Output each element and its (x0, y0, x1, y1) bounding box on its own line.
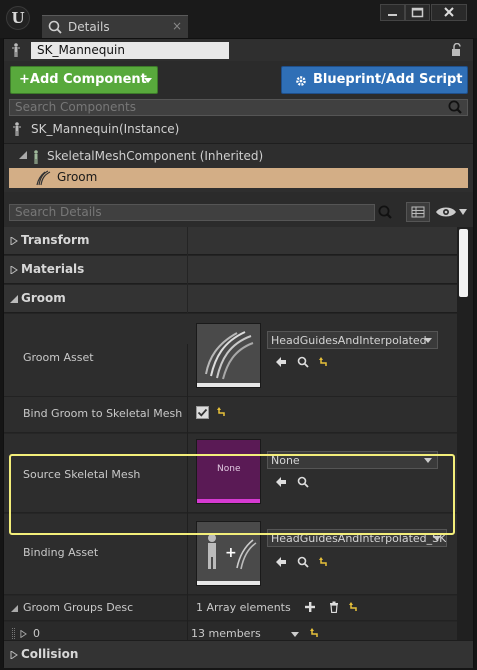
grid-icon (411, 206, 425, 218)
column-divider (187, 227, 188, 255)
asset-color-bar (197, 581, 260, 585)
collapsed-arrow-icon (10, 651, 18, 659)
title-bar: U Details × (0, 0, 477, 38)
gear-icon (296, 76, 306, 86)
array-element-index: 0 (33, 627, 40, 640)
tab-label: Details (68, 20, 110, 34)
collapsed-arrow-icon (10, 266, 18, 274)
checkmark-icon (197, 408, 208, 417)
tab-details[interactable]: Details × (42, 15, 188, 38)
instance-row[interactable]: SK_Mannequin(Instance) (4, 119, 473, 141)
details-list: Transform Materials Groom Groom Asset He… (4, 227, 473, 668)
search-icon[interactable] (447, 99, 463, 115)
groom-asset-row: Groom Asset HeadGuidesAndInterpolated (4, 315, 457, 397)
groom-groups-desc-label: Groom Groups Desc (23, 601, 134, 614)
tree-item-label: SkeletalMeshComponent (Inherited) (47, 149, 264, 163)
members-count: 13 members (191, 627, 261, 640)
tab-close-icon[interactable]: × (172, 19, 182, 33)
groom-hair-icon (36, 170, 51, 186)
chevron-down-icon (433, 536, 441, 541)
actor-name-field[interactable]: SK_Mannequin (31, 42, 229, 59)
reset-to-default-icon[interactable] (309, 627, 321, 639)
close-window-button[interactable] (431, 4, 467, 21)
reset-to-default-icon[interactable] (348, 601, 360, 613)
groom-asset-thumbnail[interactable] (196, 323, 261, 388)
groom-asset-value: HeadGuidesAndInterpolated (271, 334, 427, 347)
collapsed-arrow-icon[interactable] (20, 630, 27, 638)
add-component-label: +Add Component (19, 72, 147, 87)
chevron-down-icon[interactable] (291, 632, 299, 637)
details-panel: SK_Mannequin +Add Component Blueprint/Ad… (3, 38, 474, 668)
binding-asset-label: Binding Asset (23, 546, 99, 559)
chevron-down-icon (144, 78, 152, 83)
category-label: Groom (21, 291, 66, 305)
actor-name-row: SK_Mannequin (4, 39, 473, 61)
component-tree: SkeletalMeshComponent (Inherited) Groom (4, 143, 473, 192)
svg-text:+: + (225, 545, 237, 561)
category-collision[interactable]: Collision (4, 640, 473, 668)
category-label: Materials (21, 262, 85, 276)
bind-groom-checkbox[interactable] (196, 406, 209, 419)
groom-asset-combo[interactable]: HeadGuidesAndInterpolated (267, 331, 438, 349)
tree-item-label: Groom (57, 170, 98, 184)
trash-icon[interactable] (328, 601, 340, 613)
search-icon[interactable] (377, 204, 393, 220)
search-details-input[interactable]: Search Details (9, 204, 375, 221)
category-materials[interactable]: Materials (4, 256, 457, 284)
maximize-icon (411, 7, 424, 18)
expanded-arrow-icon (10, 295, 18, 303)
unreal-logo-icon: U (6, 6, 30, 30)
property-matrix-icon[interactable] (406, 202, 430, 222)
skeletal-actor-icon (13, 122, 21, 136)
scrollbar-thumb[interactable] (459, 229, 468, 297)
binding-asset-highlight (9, 454, 455, 535)
reset-to-default-icon[interactable] (318, 356, 330, 368)
column-divider (187, 285, 188, 313)
blueprint-label: Blueprint/Add Script (313, 72, 463, 87)
reset-to-default-icon[interactable] (318, 556, 330, 568)
eye-icon[interactable] (435, 205, 457, 219)
minimize-button[interactable] (380, 4, 405, 21)
browse-search-icon[interactable] (297, 556, 309, 568)
close-icon (444, 7, 454, 17)
asset-color-bar (197, 383, 260, 387)
blueprint-add-script-button[interactable]: Blueprint/Add Script (281, 66, 468, 94)
expanded-arrow-icon[interactable] (11, 605, 18, 612)
maximize-button[interactable] (405, 4, 430, 21)
bind-groom-row: Bind Groom to Skeletal Mesh (4, 397, 457, 433)
expand-arrow-icon[interactable] (19, 151, 27, 159)
array-elements-count: 1 Array elements (196, 601, 291, 614)
groom-hair-icon (197, 324, 260, 383)
collapsed-arrow-icon (10, 237, 18, 245)
skeletal-actor-icon (12, 43, 20, 57)
browse-search-icon[interactable] (297, 356, 309, 368)
chevron-down-icon[interactable] (459, 209, 467, 215)
reset-to-default-icon[interactable] (216, 406, 228, 418)
category-groom[interactable]: Groom (4, 285, 457, 313)
tree-item-groom[interactable]: Groom (9, 168, 468, 188)
search-components-input[interactable]: Search Components (9, 99, 468, 116)
skeletal-mesh-icon (34, 150, 38, 164)
minimize-icon (388, 14, 397, 16)
lock-icon[interactable] (451, 43, 463, 57)
category-label: Transform (21, 233, 90, 247)
instance-label: SK_Mannequin(Instance) (31, 122, 180, 136)
chevron-down-icon (424, 338, 432, 343)
tree-item-skeletal-mesh[interactable]: SkeletalMeshComponent (Inherited) (4, 147, 473, 167)
use-selected-arrow-icon[interactable] (275, 556, 287, 568)
column-divider (187, 256, 188, 284)
use-selected-arrow-icon[interactable] (275, 356, 287, 368)
category-transform[interactable]: Transform (4, 227, 457, 255)
bind-groom-label: Bind Groom to Skeletal Mesh (23, 407, 183, 420)
groom-asset-label: Groom Asset (23, 351, 94, 364)
add-element-icon[interactable] (304, 601, 316, 613)
add-component-button[interactable]: +Add Component (10, 66, 158, 94)
groom-groups-desc-row: Groom Groups Desc 1 Array elements (4, 596, 457, 621)
category-label: Collision (21, 647, 79, 661)
details-search-icon (48, 20, 62, 34)
